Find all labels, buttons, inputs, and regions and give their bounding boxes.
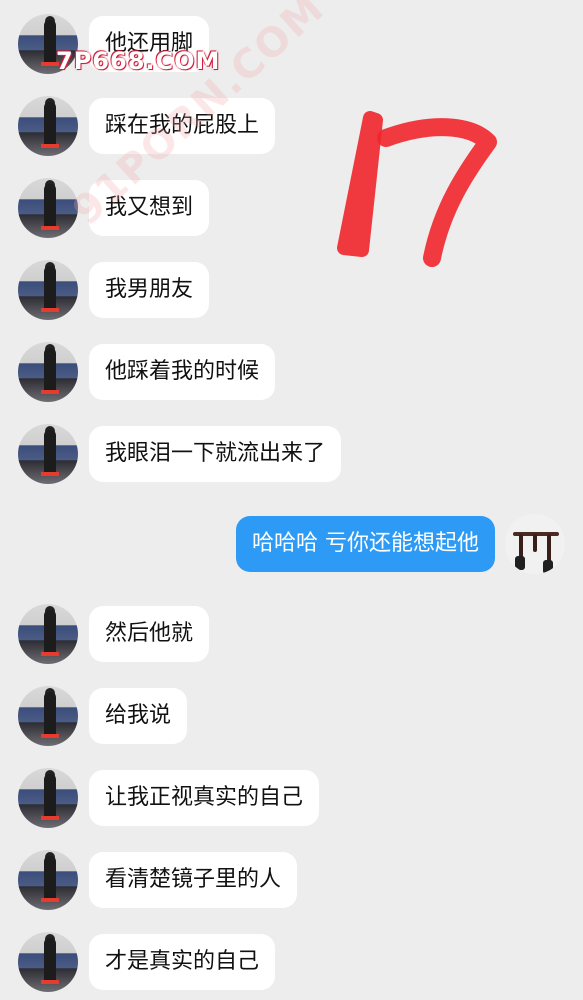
message-bubble[interactable]: 哈哈哈 亏你还能想起他 [236,516,495,572]
avatar[interactable] [18,178,78,238]
avatar[interactable] [505,514,565,574]
message-bubble[interactable]: 他踩着我的时候 [89,344,276,400]
message-bubble[interactable]: 然后他就 [89,606,210,662]
message-row: 我眼泪一下就流出来了 [0,424,583,484]
avatar[interactable] [18,260,78,320]
avatar[interactable] [18,768,78,828]
avatar[interactable] [18,686,78,746]
message-row: 才是真实的自己 [0,932,583,992]
message-row: 让我正视真实的自己 [0,768,583,828]
message-bubble[interactable]: 我男朋友 [89,262,210,318]
message-row: 他踩着我的时候 [0,342,583,402]
avatar[interactable] [18,424,78,484]
message-bubble[interactable]: 给我说 [89,688,188,744]
message-row: 看清楚镜子里的人 [0,850,583,910]
message-bubble[interactable]: 我眼泪一下就流出来了 [89,426,342,482]
message-bubble[interactable]: 才是真实的自己 [89,934,276,990]
avatar[interactable] [18,850,78,910]
message-bubble[interactable]: 看清楚镜子里的人 [89,852,298,908]
message-bubble[interactable]: 让我正视真实的自己 [89,770,320,826]
avatar[interactable] [18,342,78,402]
watermark-logo: 7P668.COM [56,47,221,75]
avatar[interactable] [18,604,78,664]
avatar[interactable] [18,96,78,156]
message-row: 然后他就 [0,604,583,664]
avatar[interactable] [18,932,78,992]
message-row: 给我说 [0,686,583,746]
handwritten-number-drawing: 17 [337,111,497,267]
message-row: 哈哈哈 亏你还能想起他 [0,514,583,574]
